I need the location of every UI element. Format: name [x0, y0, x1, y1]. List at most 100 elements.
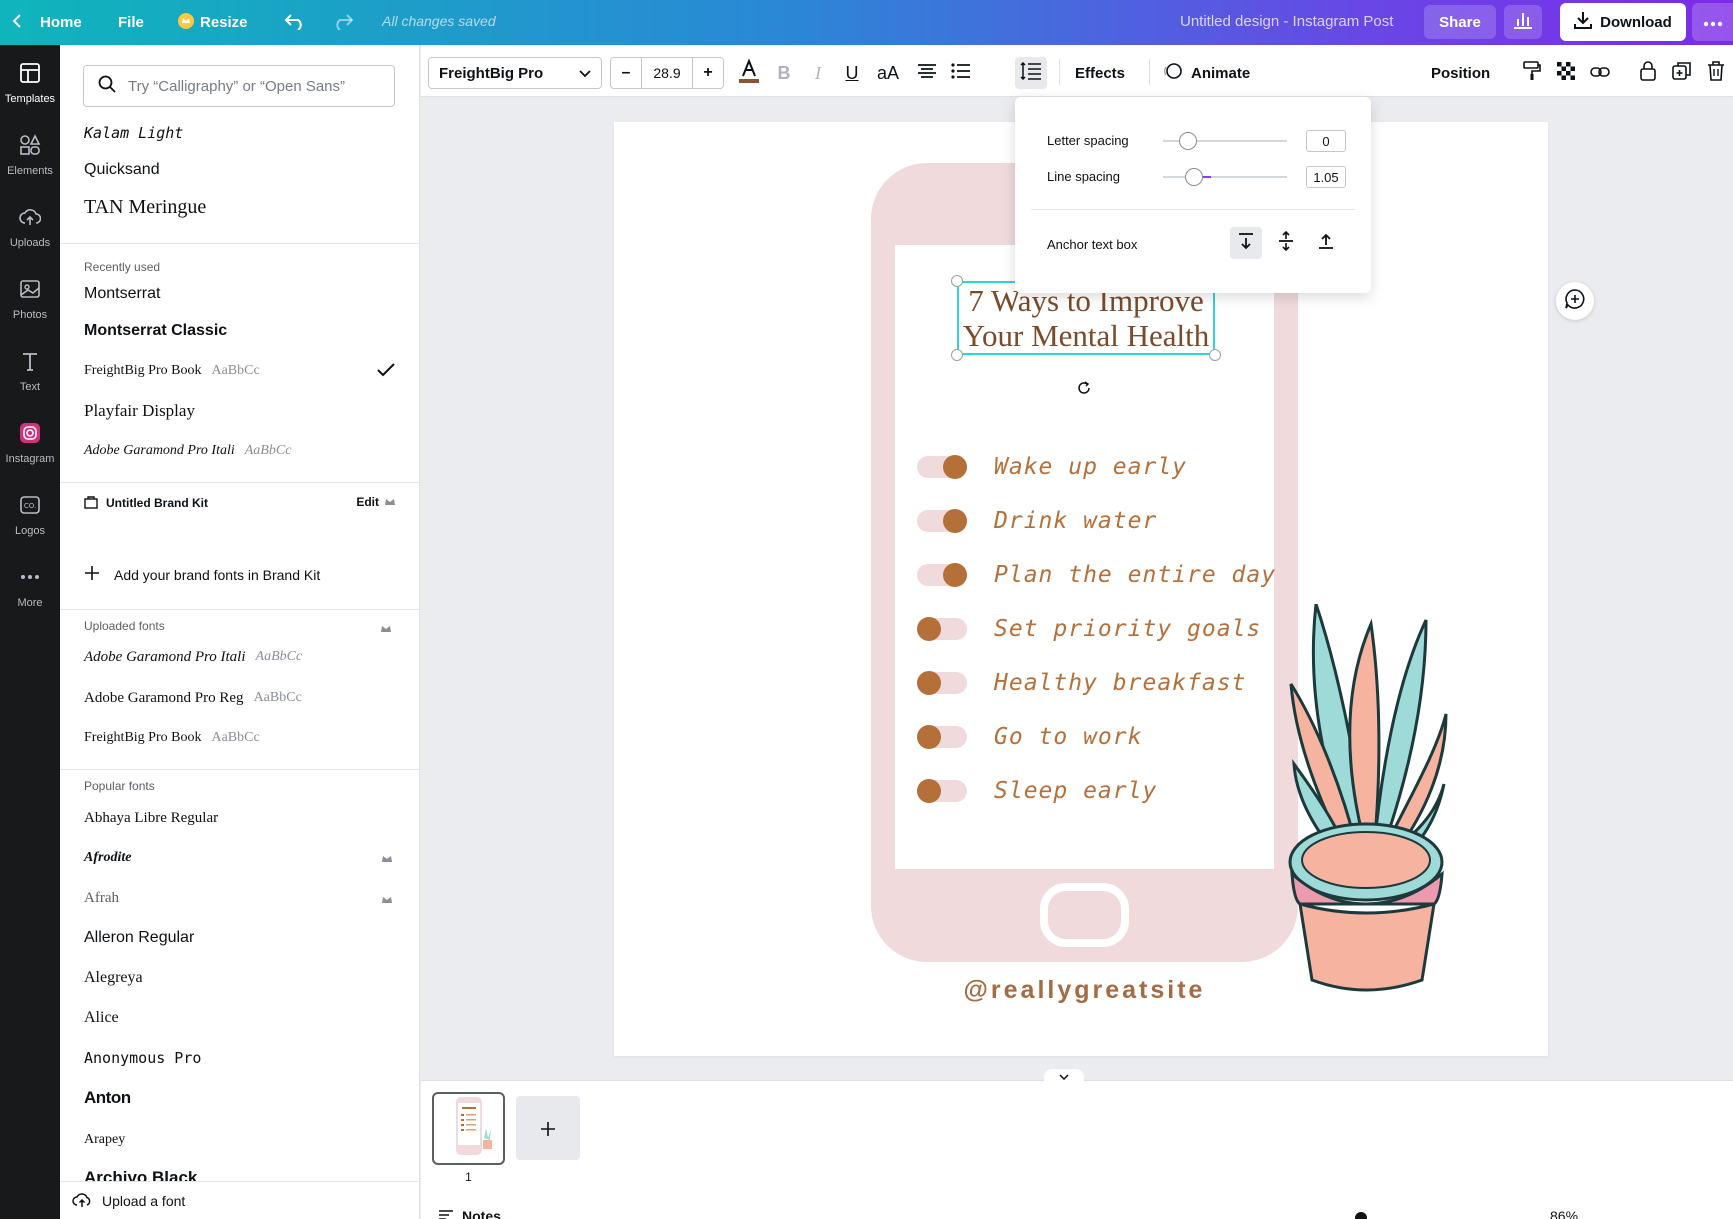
link-button[interactable]: [1585, 57, 1615, 89]
underline-button[interactable]: U: [837, 57, 867, 89]
toggle-pill[interactable]: [917, 455, 967, 479]
font-size-value[interactable]: 28.9: [641, 58, 693, 88]
todo-item[interactable]: Healthy breakfast: [917, 668, 1246, 698]
resize-handle[interactable]: [1209, 349, 1221, 361]
font-item-abhaya-libre[interactable]: Abhaya Libre Regular: [84, 800, 396, 836]
font-item-afrah[interactable]: Afrah: [84, 880, 396, 916]
anchor-top-button[interactable]: [1230, 227, 1262, 259]
position-button[interactable]: Position: [1431, 57, 1490, 89]
letter-case-button[interactable]: aA: [871, 57, 905, 89]
resize-button[interactable]: Resize: [178, 0, 248, 45]
home-button[interactable]: Home: [12, 0, 82, 45]
font-item-alleron[interactable]: Alleron Regular: [84, 920, 396, 956]
copy-style-button[interactable]: [1517, 57, 1547, 89]
font-item-kalam-light[interactable]: Kalam Light: [84, 115, 396, 151]
transparency-button[interactable]: [1551, 57, 1581, 89]
font-item-uploaded-freightbig[interactable]: FreightBig Pro Book AaBbCc: [84, 720, 396, 756]
phone-home-button[interactable]: [1040, 883, 1129, 947]
text-color-button[interactable]: [734, 57, 764, 89]
toggle-pill[interactable]: [917, 779, 967, 803]
upload-font-button[interactable]: Upload a font: [60, 1181, 419, 1219]
decrease-size-button[interactable]: –: [611, 58, 641, 88]
todo-item[interactable]: Sleep early: [917, 776, 1157, 806]
share-button[interactable]: Share: [1424, 5, 1496, 39]
toggle-pill[interactable]: [917, 725, 967, 749]
letter-spacing-slider[interactable]: [1163, 132, 1287, 150]
font-item-adobe-garamond-italic[interactable]: Adobe Garamond Pro Itali AaBbCc: [84, 433, 396, 469]
font-item-freightbig-pro-book[interactable]: FreightBig Pro Book AaBbCc: [84, 353, 396, 389]
slider-thumb[interactable]: [1179, 132, 1197, 150]
brand-edit-button[interactable]: Edit: [356, 495, 395, 509]
delete-button[interactable]: [1701, 57, 1731, 89]
anchor-middle-button[interactable]: [1270, 227, 1302, 259]
font-item-uploaded-garamond-regular[interactable]: Adobe Garamond Pro Reg AaBbCc: [84, 680, 396, 716]
add-page-button[interactable]: [516, 1096, 580, 1160]
todo-item[interactable]: Wake up early: [917, 452, 1187, 482]
document-title[interactable]: Untitled design - Instagram Post: [1180, 13, 1393, 30]
download-button[interactable]: Download: [1560, 3, 1686, 41]
zoom-slider-thumb[interactable]: [1355, 1212, 1367, 1219]
animate-button[interactable]: Animate: [1161, 57, 1250, 89]
file-menu[interactable]: File: [118, 0, 144, 45]
font-search-input[interactable]: [128, 77, 378, 95]
line-spacing-input[interactable]: 1.05: [1306, 166, 1346, 188]
font-item-tan-meringue[interactable]: TAN Meringue: [84, 189, 396, 225]
more-options-button[interactable]: [1692, 3, 1733, 41]
rail-item-logos[interactable]: CO. Logos: [0, 483, 60, 547]
anchor-bottom-button[interactable]: [1310, 227, 1342, 259]
todo-item[interactable]: Drink water: [917, 506, 1157, 536]
font-item-quicksand[interactable]: Quicksand: [84, 152, 396, 188]
toggle-pill[interactable]: [917, 671, 967, 695]
page-thumbnail[interactable]: [432, 1092, 505, 1165]
slider-thumb[interactable]: [1185, 168, 1203, 186]
social-handle[interactable]: @reallygreatsite: [895, 976, 1274, 1005]
font-item-montserrat[interactable]: Montserrat: [84, 276, 396, 312]
rail-item-templates[interactable]: Templates: [0, 51, 60, 115]
lock-button[interactable]: [1633, 57, 1663, 89]
notes-button[interactable]: Notes: [438, 1208, 501, 1219]
collapse-pages-button[interactable]: [1044, 1069, 1084, 1083]
todo-item[interactable]: Go to work: [917, 722, 1142, 752]
toggle-pill[interactable]: [917, 617, 967, 641]
rail-item-text[interactable]: Text: [0, 339, 60, 403]
increase-size-button[interactable]: +: [693, 58, 723, 88]
rotate-handle[interactable]: [1074, 380, 1094, 400]
todo-item[interactable]: Set priority goals: [917, 614, 1261, 644]
font-item-anton[interactable]: Anton: [84, 1080, 396, 1116]
italic-button[interactable]: I: [803, 57, 833, 89]
font-item-alice[interactable]: Alice: [84, 1000, 396, 1036]
font-item-playfair-display[interactable]: Playfair Display: [84, 393, 396, 429]
resize-handle[interactable]: [951, 275, 963, 287]
font-item-alegreya[interactable]: Alegreya: [84, 960, 396, 996]
line-spacing-slider[interactable]: [1163, 168, 1287, 186]
rail-item-instagram[interactable]: Instagram: [0, 411, 60, 475]
font-item-montserrat-classic[interactable]: Montserrat Classic: [84, 313, 396, 349]
add-brand-fonts[interactable]: Add your brand fonts in Brand Kit: [84, 565, 320, 584]
spacing-button[interactable]: [1015, 57, 1047, 89]
insights-button[interactable]: [1504, 5, 1542, 39]
font-item-uploaded-garamond-italic[interactable]: Adobe Garamond Pro Itali AaBbCc: [84, 639, 396, 675]
font-item-arapey[interactable]: Arapey: [84, 1122, 396, 1158]
list-button[interactable]: [945, 57, 977, 89]
letter-spacing-input[interactable]: 0: [1306, 130, 1346, 152]
undo-button[interactable]: [284, 0, 306, 45]
font-family-dropdown[interactable]: FreightBig Pro: [428, 57, 602, 89]
zoom-level[interactable]: 86%: [1550, 1208, 1578, 1219]
plant-illustration[interactable]: [1286, 603, 1450, 996]
rail-item-elements[interactable]: Elements: [0, 123, 60, 187]
duplicate-button[interactable]: [1667, 57, 1697, 89]
add-comment-button[interactable]: [1556, 282, 1594, 320]
resize-handle[interactable]: [951, 349, 963, 361]
effects-button[interactable]: Effects: [1075, 57, 1125, 89]
rail-item-photos[interactable]: Photos: [0, 267, 60, 331]
rail-item-uploads[interactable]: Uploads: [0, 195, 60, 259]
toggle-pill[interactable]: [917, 509, 967, 533]
toggle-pill[interactable]: [917, 563, 967, 587]
font-item-afrodite[interactable]: Afrodite: [84, 840, 396, 876]
font-search-box[interactable]: [83, 65, 395, 107]
rail-item-more[interactable]: More: [0, 555, 60, 619]
bold-button[interactable]: B: [769, 57, 799, 89]
todo-item[interactable]: Plan the entire day: [917, 560, 1276, 590]
redo-button[interactable]: [332, 0, 354, 45]
text-align-button[interactable]: [911, 57, 943, 89]
